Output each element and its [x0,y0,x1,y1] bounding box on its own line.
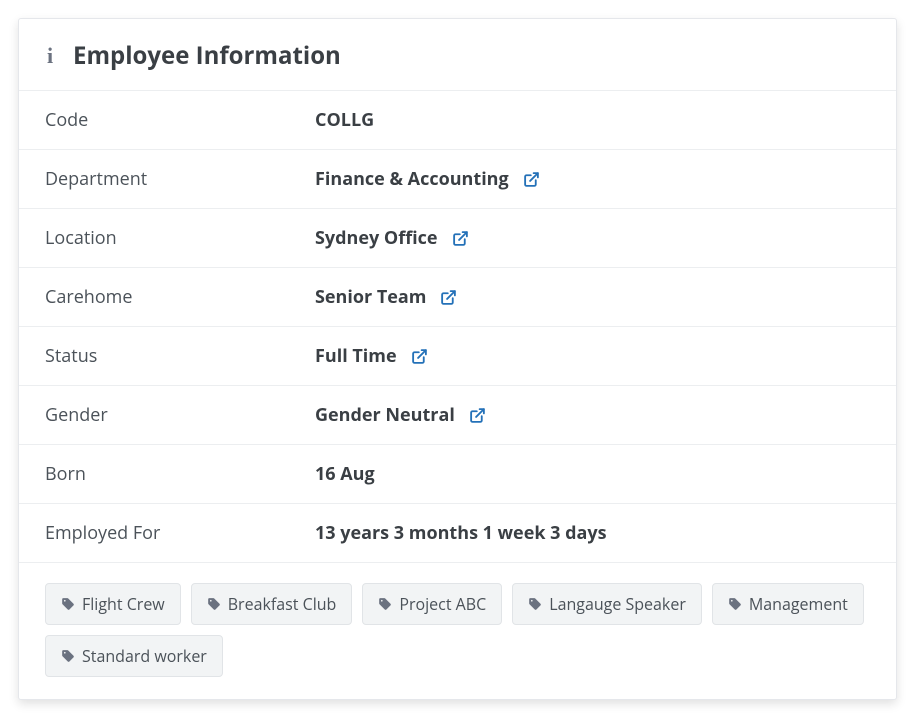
tag-management[interactable]: Management [712,583,864,625]
info-label: Status [45,344,315,368]
tag-icon [61,649,75,663]
info-value-wrapper: Full Time [315,344,428,368]
info-row-code: Code COLLG [19,90,896,149]
info-label: Carehome [45,285,315,309]
info-value: 16 Aug [315,462,375,486]
info-value-wrapper: Finance & Accounting [315,167,540,191]
tag-label: Standard worker [82,645,207,667]
tag-project-abc[interactable]: Project ABC [362,583,502,625]
info-value: Senior Team [315,285,426,309]
card-title: Employee Information [73,39,341,72]
tag-label: Flight Crew [82,593,165,615]
tag-standard-worker[interactable]: Standard worker [45,635,223,677]
tag-icon [61,597,75,611]
info-label: Employed For [45,521,315,545]
info-value: Full Time [315,344,397,368]
info-icon: i [45,43,55,69]
info-row-location: Location Sydney Office [19,208,896,267]
external-link-icon[interactable] [452,230,469,247]
info-label: Code [45,108,315,132]
tag-icon [728,597,742,611]
info-label: Department [45,167,315,191]
tags-container: Flight Crew Breakfast Club Project ABC L… [19,562,896,699]
info-row-carehome: Carehome Senior Team [19,267,896,326]
info-row-employed: Employed For 13 years 3 months 1 week 3 … [19,503,896,562]
tag-icon [207,597,221,611]
tag-icon [378,597,392,611]
info-row-gender: Gender Gender Neutral [19,385,896,444]
info-value-wrapper: Senior Team [315,285,457,309]
tag-label: Management [749,593,848,615]
info-value: Finance & Accounting [315,167,509,191]
employee-info-card: i Employee Information Code COLLG Depart… [18,18,897,700]
external-link-icon[interactable] [411,348,428,365]
info-label: Born [45,462,315,486]
tag-label: Project ABC [399,593,486,615]
external-link-icon[interactable] [440,289,457,306]
info-label: Gender [45,403,315,427]
info-row-department: Department Finance & Accounting [19,149,896,208]
info-value: 13 years 3 months 1 week 3 days [315,521,607,545]
tag-icon [528,597,542,611]
info-value: COLLG [315,108,374,132]
tag-label: Breakfast Club [228,593,337,615]
external-link-icon[interactable] [523,171,540,188]
tag-breakfast-club[interactable]: Breakfast Club [191,583,353,625]
info-value: Gender Neutral [315,403,455,427]
info-value-wrapper: Gender Neutral [315,403,486,427]
info-value: Sydney Office [315,226,438,250]
tag-language-speaker[interactable]: Langauge Speaker [512,583,702,625]
external-link-icon[interactable] [469,407,486,424]
info-row-born: Born 16 Aug [19,444,896,503]
tag-flight-crew[interactable]: Flight Crew [45,583,181,625]
info-value-wrapper: Sydney Office [315,226,469,250]
tag-label: Langauge Speaker [549,593,686,615]
info-row-status: Status Full Time [19,326,896,385]
info-label: Location [45,226,315,250]
card-header: i Employee Information [19,19,896,90]
